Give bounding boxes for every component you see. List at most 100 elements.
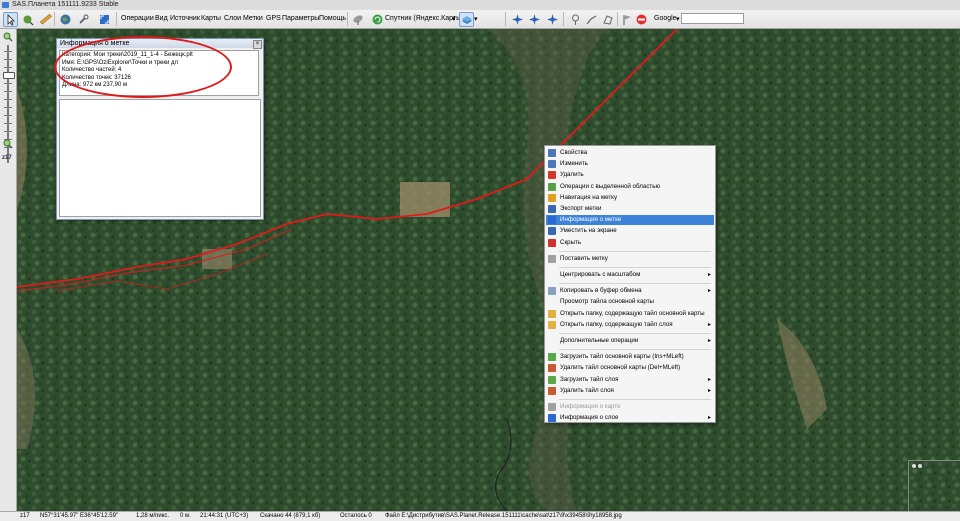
select-tool-button[interactable]: [3, 12, 18, 27]
add-path-button[interactable]: [584, 12, 599, 27]
menu-gps[interactable]: GPS: [266, 15, 281, 22]
layers-icon: [462, 16, 472, 24]
menu-source[interactable]: Источник: [170, 15, 200, 22]
add-point-button[interactable]: [568, 12, 583, 27]
move-icon: [23, 15, 34, 26]
menu-layers[interactable]: Слои: [224, 15, 241, 22]
context-menu-item[interactable]: Информация о метке: [546, 215, 714, 226]
search-input[interactable]: [681, 13, 744, 24]
add-polygon-button[interactable]: [600, 12, 615, 27]
context-menu-item[interactable]: Скрыть: [546, 238, 714, 248]
context-menu-item[interactable]: Центрировать с масштабом ▸: [546, 270, 714, 280]
cursor-icon: [7, 14, 15, 26]
fullscreen-button[interactable]: [97, 12, 112, 27]
tools-button[interactable]: [76, 12, 91, 27]
context-menu-item[interactable]: Открыть папку, содержащую тайл основной …: [546, 309, 714, 319]
wrench-icon: [79, 14, 89, 24]
window-title: SAS.Планета 151111.9233 Stable: [12, 1, 119, 8]
menu-item-label: Открыть папку, содержащую тайл основной …: [560, 309, 705, 317]
menu-item-icon: [548, 149, 556, 157]
submenu-arrow-icon: ▸: [707, 272, 711, 278]
menu-item-icon: [548, 205, 556, 213]
menu-item-icon: [548, 386, 556, 395]
context-menu: Свойства Изменить Удалить Операции с выделе…: [544, 145, 716, 423]
menu-item-label: Экспорт метки: [560, 205, 602, 212]
context-menu-item[interactable]: Загрузить тайл основной карты (Ins+MLeft…: [546, 352, 714, 362]
context-menu-item[interactable]: Навигация на метку: [546, 193, 714, 203]
gps-center-button[interactable]: [527, 12, 542, 27]
menu-item-icon: [548, 309, 556, 318]
red-highlight-ellipse: [54, 36, 232, 98]
submenu-arrow-icon: ▸: [707, 288, 711, 295]
menu-settings[interactable]: Параметры: [282, 15, 319, 22]
move-tool-button[interactable]: [20, 12, 35, 27]
context-menu-item[interactable]: Информация о слое ▸: [546, 413, 714, 423]
map-type-button[interactable]: [370, 12, 385, 27]
menu-help[interactable]: Помощь: [319, 15, 346, 22]
ruler-tool-button[interactable]: [38, 12, 53, 27]
menu-separator: [559, 333, 711, 334]
menu-item-icon: [548, 227, 556, 236]
context-menu-item[interactable]: Уместить на экране: [546, 226, 714, 236]
context-menu-item[interactable]: Удалить: [546, 170, 714, 180]
gps-star-icon: [512, 14, 523, 25]
menu-maps[interactable]: Карты: [201, 15, 221, 22]
menu-item-label: Навигация на метку: [560, 193, 618, 201]
zoom-in-icon[interactable]: [3, 32, 13, 42]
menu-item-label: Удалить тайл слоя: [560, 386, 614, 394]
status-remaining: Осталось 0: [340, 513, 372, 519]
menu-item-icon: [548, 287, 556, 296]
context-menu-item[interactable]: Операции с выделенной областью: [546, 182, 714, 192]
minimap[interactable]: [908, 460, 960, 513]
context-menu-item[interactable]: Поставить метку: [546, 254, 714, 264]
gps-options-button[interactable]: [545, 12, 560, 27]
context-menu-item[interactable]: Просмотр тайла основной карты: [546, 297, 714, 307]
context-menu-item[interactable]: Удалить тайл основной карты (Del+MLeft): [546, 363, 714, 373]
zoom-panel: z17: [0, 29, 17, 511]
context-menu-item[interactable]: Удалить тайл слоя ▸: [546, 386, 714, 396]
menu-item-label: Загрузить тайл слоя: [560, 375, 619, 383]
context-menu-item[interactable]: Дополнительные операции ▸: [546, 336, 714, 346]
context-menu-item[interactable]: Информация о карте: [546, 402, 714, 412]
menu-item-label: Загрузить тайл основной карты (Ins+MLeft…: [560, 353, 684, 361]
flag-icon: [623, 15, 631, 25]
pin-icon: [572, 14, 579, 25]
menu-marks[interactable]: Метки: [243, 15, 263, 22]
close-icon[interactable]: ×: [253, 40, 262, 49]
no-entry-icon: [636, 14, 647, 25]
search-provider-button[interactable]: [634, 12, 649, 27]
context-menu-item[interactable]: Изменить: [546, 159, 714, 169]
menu-item-label: Скрыть: [560, 238, 582, 246]
menu-view[interactable]: Вид: [155, 15, 168, 22]
menu-item-label: Свойства: [560, 149, 588, 156]
context-menu-item[interactable]: Свойства: [546, 148, 714, 158]
menu-operations[interactable]: Операции: [121, 15, 154, 22]
context-menu-item[interactable]: Экспорт метки: [546, 204, 714, 214]
gps-track-button[interactable]: [510, 12, 525, 27]
status-altitude: 0 м.: [180, 513, 191, 519]
menu-item-label: Операции с выделенной областью: [560, 182, 661, 190]
context-menu-item[interactable]: Копировать в буфер обмена ▸: [546, 286, 714, 296]
zoom-level-label: z17: [2, 155, 12, 161]
menu-item-icon: [548, 238, 556, 247]
globe-button[interactable]: [58, 12, 73, 27]
marks-visibility-button[interactable]: [620, 12, 635, 27]
menu-item-icon: [548, 414, 556, 423]
context-menu-item[interactable]: Загрузить тайл слоя ▸: [546, 375, 714, 385]
context-menu-item[interactable]: Открыть папку, содержащую тайл слоя ▸: [546, 320, 714, 330]
menu-item-label: Удалить тайл основной карты (Del+MLeft): [560, 364, 681, 372]
status-file-path: Файл E:\Дистрибутив\SAS.Planet.Release.1…: [385, 513, 622, 519]
mark-description-area[interactable]: [59, 99, 261, 217]
submenu-arrow-icon: ▸: [707, 338, 711, 344]
search-provider-label[interactable]: Google: [654, 15, 677, 22]
chevron-down-icon[interactable]: ▾: [452, 15, 456, 23]
menu-separator: [559, 283, 711, 285]
layers-button[interactable]: [459, 12, 474, 27]
zoom-out-icon[interactable]: [3, 139, 13, 149]
satellite-dish-button[interactable]: [351, 12, 366, 27]
menu-item-icon: [548, 320, 556, 329]
menu-item-icon: [548, 364, 556, 373]
menu-item-label: Открыть папку, содержащую тайл слоя: [560, 320, 673, 328]
menu-separator: [559, 349, 711, 351]
zoom-slider-handle[interactable]: [3, 72, 15, 79]
